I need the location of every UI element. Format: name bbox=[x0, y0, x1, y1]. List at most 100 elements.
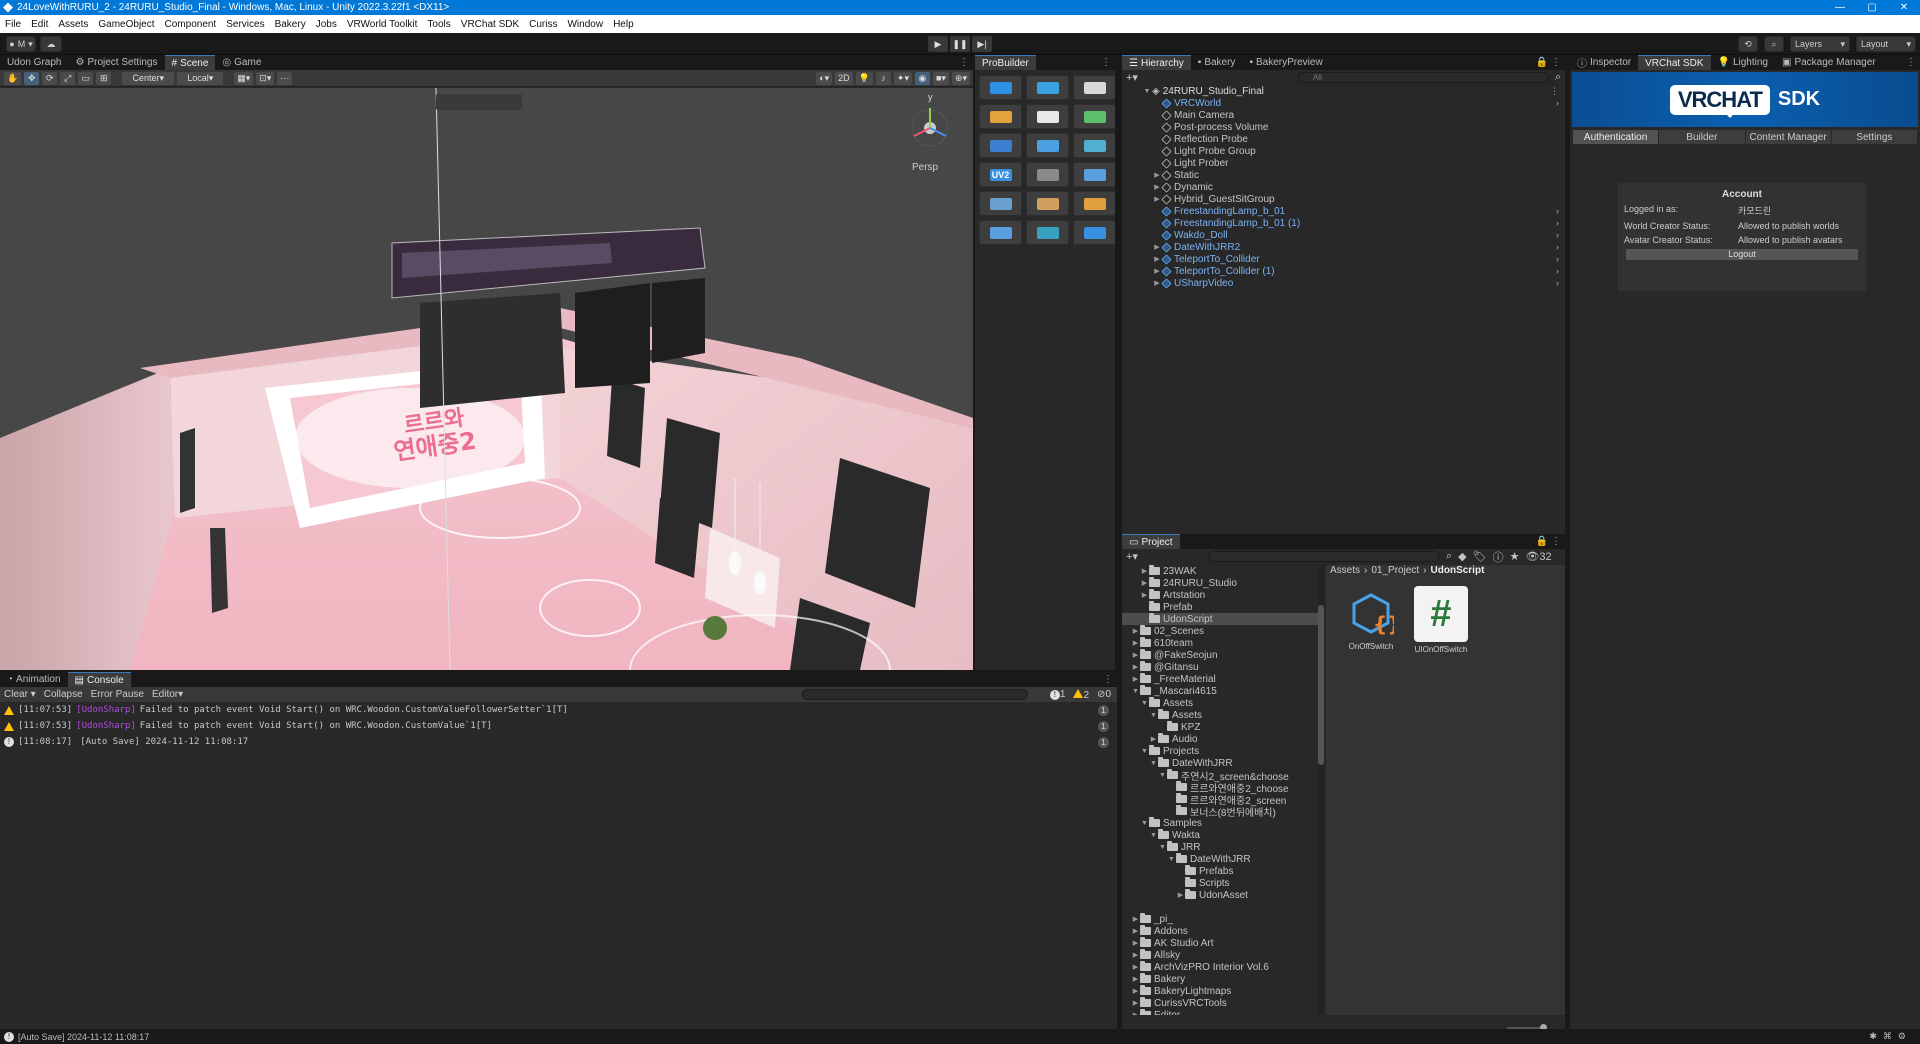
probuilder-tool-14[interactable] bbox=[1026, 191, 1069, 216]
menu-jobs[interactable]: Jobs bbox=[311, 19, 342, 30]
expand-arrow-icon[interactable]: ▶ bbox=[1131, 999, 1140, 1007]
lock-menu-icon[interactable]: 🔒 ⋮ bbox=[1536, 55, 1561, 70]
project-folder-row[interactable]: ▶ ArchVizPRO Interior Vol.6 bbox=[1122, 961, 1320, 973]
expand-arrow-icon[interactable]: ▶ bbox=[1131, 675, 1140, 683]
project-folder-row[interactable]: ▶ Bakery bbox=[1122, 973, 1320, 985]
hierarchy-item[interactable]: ▶ Static bbox=[1136, 169, 1565, 181]
step-button[interactable]: ▶| bbox=[972, 36, 992, 52]
chevron-right-icon[interactable]: › bbox=[1556, 278, 1559, 288]
asset-onoffswitch[interactable]: {} OnOffSwitch bbox=[1346, 586, 1396, 654]
tab-hierarchy[interactable]: ☰ Hierarchy bbox=[1122, 55, 1191, 70]
filter-type-icon[interactable]: ◆ bbox=[1458, 550, 1466, 563]
project-folder-row[interactable]: ▶ 02_Scenes bbox=[1122, 625, 1320, 637]
grid-snap-button[interactable]: ▦▾ bbox=[234, 71, 254, 85]
probuilder-tool-13[interactable] bbox=[979, 191, 1022, 216]
probuilder-tool-7[interactable] bbox=[979, 133, 1022, 158]
hierarchy-item[interactable]: ▶ TeleportTo_Collider › bbox=[1136, 253, 1565, 265]
tab-probuilder[interactable]: ProBuilder bbox=[975, 55, 1036, 70]
project-folder-row[interactable]: ▼ Projects bbox=[1122, 745, 1320, 757]
project-folder-row[interactable]: ▶ 610team bbox=[1122, 637, 1320, 649]
search-by-type-icon[interactable]: ⌕ bbox=[1446, 550, 1452, 563]
chevron-right-icon[interactable]: › bbox=[1556, 98, 1559, 108]
expand-arrow-icon[interactable]: ▶ bbox=[1131, 939, 1140, 947]
project-folder-row[interactable]: ▼ DateWithJRR bbox=[1122, 853, 1320, 865]
gizmos-button[interactable]: ⊕▾ bbox=[951, 71, 970, 85]
tab-project-settings[interactable]: ⚙ Project Settings bbox=[68, 55, 164, 70]
project-folder-row[interactable]: ▶ 23WAK bbox=[1122, 565, 1320, 577]
favorite-star-icon[interactable]: ★ bbox=[1510, 550, 1520, 563]
tab-console[interactable]: ▤ Console bbox=[67, 672, 131, 687]
account-dropdown[interactable]: ● M ▾ bbox=[6, 36, 36, 52]
expand-arrow-icon[interactable]: ▶ bbox=[1131, 951, 1140, 959]
probuilder-tool-2[interactable] bbox=[1026, 75, 1069, 100]
warn-count-toggle[interactable]: 2 bbox=[1073, 688, 1089, 701]
move-tool-button[interactable]: ✥ bbox=[24, 71, 40, 85]
2d-toggle[interactable]: 2D bbox=[835, 71, 853, 85]
cloud-button[interactable]: ☁ bbox=[40, 36, 62, 52]
settings-icon[interactable]: ⚙ bbox=[1898, 1031, 1912, 1041]
tree-scrollbar[interactable] bbox=[1318, 565, 1324, 1015]
hierarchy-item[interactable]: ▶ Hybrid_GuestSitGroup bbox=[1136, 193, 1565, 205]
probuilder-tool-4[interactable] bbox=[979, 104, 1022, 129]
lock-menu-icon[interactable]: 🔒 ⋮ bbox=[1536, 534, 1561, 549]
expand-arrow-icon[interactable]: ▶ bbox=[1131, 639, 1140, 647]
chevron-right-icon[interactable]: › bbox=[1556, 266, 1559, 276]
expand-arrow-icon[interactable]: ▶ bbox=[1131, 927, 1140, 935]
hidden-packages-toggle[interactable]: 👁32 bbox=[1525, 550, 1551, 563]
project-folder-row[interactable] bbox=[1122, 901, 1320, 913]
lighting-toggle[interactable]: 💡 bbox=[855, 71, 873, 85]
expand-arrow-icon[interactable]: ▶ bbox=[1131, 663, 1140, 671]
project-folder-row[interactable]: ▼ Samples bbox=[1122, 817, 1320, 829]
hierarchy-item[interactable]: ▶ Dynamic bbox=[1136, 181, 1565, 193]
panel-menu-icon[interactable]: ⋮ bbox=[959, 55, 969, 70]
tab-package-manager[interactable]: ▣ Package Manager bbox=[1775, 55, 1883, 70]
expand-arrow-icon[interactable]: ▶ bbox=[1131, 627, 1140, 635]
expand-arrow-icon[interactable]: ▶ bbox=[1131, 975, 1140, 983]
project-folder-row[interactable]: ▼ Assets bbox=[1122, 697, 1320, 709]
probuilder-tool-3[interactable] bbox=[1073, 75, 1115, 100]
hierarchy-item[interactable]: ▶ USharpVideo › bbox=[1136, 277, 1565, 289]
play-button[interactable]: ▶ bbox=[928, 36, 948, 52]
project-folder-row[interactable]: ▶ _pi_ bbox=[1122, 913, 1320, 925]
project-folder-row[interactable]: ▼ Wakta bbox=[1122, 829, 1320, 841]
hierarchy-item[interactable]: Light Probe Group bbox=[1136, 145, 1565, 157]
project-folder-row[interactable]: Scripts bbox=[1122, 877, 1320, 889]
hierarchy-item[interactable]: VRCWorld › bbox=[1136, 97, 1565, 109]
maximize-button[interactable]: ▢ bbox=[1856, 0, 1888, 15]
probuilder-tool-17[interactable] bbox=[1026, 220, 1069, 245]
sdk-tab-authentication[interactable]: Authentication bbox=[1573, 130, 1659, 144]
hierarchy-item[interactable]: FreestandingLamp_b_01 (1) › bbox=[1136, 217, 1565, 229]
tab-bakery-preview[interactable]: ▪ BakeryPreview bbox=[1242, 55, 1329, 70]
expand-arrow-icon[interactable]: ▼ bbox=[1167, 856, 1176, 863]
tab-lighting[interactable]: 💡 Lighting bbox=[1711, 55, 1775, 70]
project-folder-row[interactable]: ▶ CurissVRCTools bbox=[1122, 997, 1320, 1009]
probuilder-tool-16[interactable] bbox=[979, 220, 1022, 245]
probuilder-tool-6[interactable] bbox=[1073, 104, 1115, 129]
logout-button[interactable]: Logout bbox=[1626, 249, 1858, 260]
asset-uionoffswitch[interactable]: # UIOnOffSwitch bbox=[1414, 586, 1468, 654]
collapse-button[interactable]: Collapse bbox=[44, 689, 83, 700]
expand-arrow-icon[interactable]: ▼ bbox=[1142, 88, 1152, 95]
hierarchy-item[interactable]: FreestandingLamp_b_01 › bbox=[1136, 205, 1565, 217]
sdk-tab-content-manager[interactable]: Content Manager bbox=[1745, 130, 1831, 144]
probuilder-tool-8[interactable] bbox=[1026, 133, 1069, 158]
network-icon[interactable]: ⌘ bbox=[1883, 1031, 1898, 1041]
clear-button[interactable]: Clear ▾ bbox=[4, 689, 36, 700]
expand-arrow-icon[interactable]: ▼ bbox=[1140, 820, 1149, 827]
status-message[interactable]: [Auto Save] 2024-11-12 11:08:17 bbox=[18, 1032, 149, 1042]
rotate-tool-button[interactable]: ⟳ bbox=[42, 71, 58, 85]
persp-label[interactable]: Persp bbox=[912, 162, 938, 173]
expand-arrow-icon[interactable]: ▶ bbox=[1176, 891, 1185, 899]
expand-arrow-icon[interactable]: ▶ bbox=[1140, 591, 1149, 599]
project-folder-row[interactable]: ▶ Allsky bbox=[1122, 949, 1320, 961]
project-folder-row[interactable]: ▶ UdonAsset bbox=[1122, 889, 1320, 901]
chevron-right-icon[interactable]: › bbox=[1556, 242, 1559, 252]
project-folder-row[interactable]: ▶ 24RURU_Studio bbox=[1122, 577, 1320, 589]
scale-tool-button[interactable]: ⤢ bbox=[60, 71, 76, 85]
menu-vrworld-toolkit[interactable]: VRWorld Toolkit bbox=[342, 19, 423, 30]
tab-inspector[interactable]: ⓘ Inspector bbox=[1570, 55, 1638, 70]
hand-tool-button[interactable]: ✋ bbox=[4, 71, 22, 85]
search-filter-icon[interactable]: ⌕ bbox=[1555, 71, 1561, 84]
console-log-row[interactable]: ! [11:08:17] [Auto Save] 2024-11-12 11:08:… bbox=[0, 734, 1117, 750]
history-button[interactable]: ⟲ bbox=[1738, 36, 1758, 52]
